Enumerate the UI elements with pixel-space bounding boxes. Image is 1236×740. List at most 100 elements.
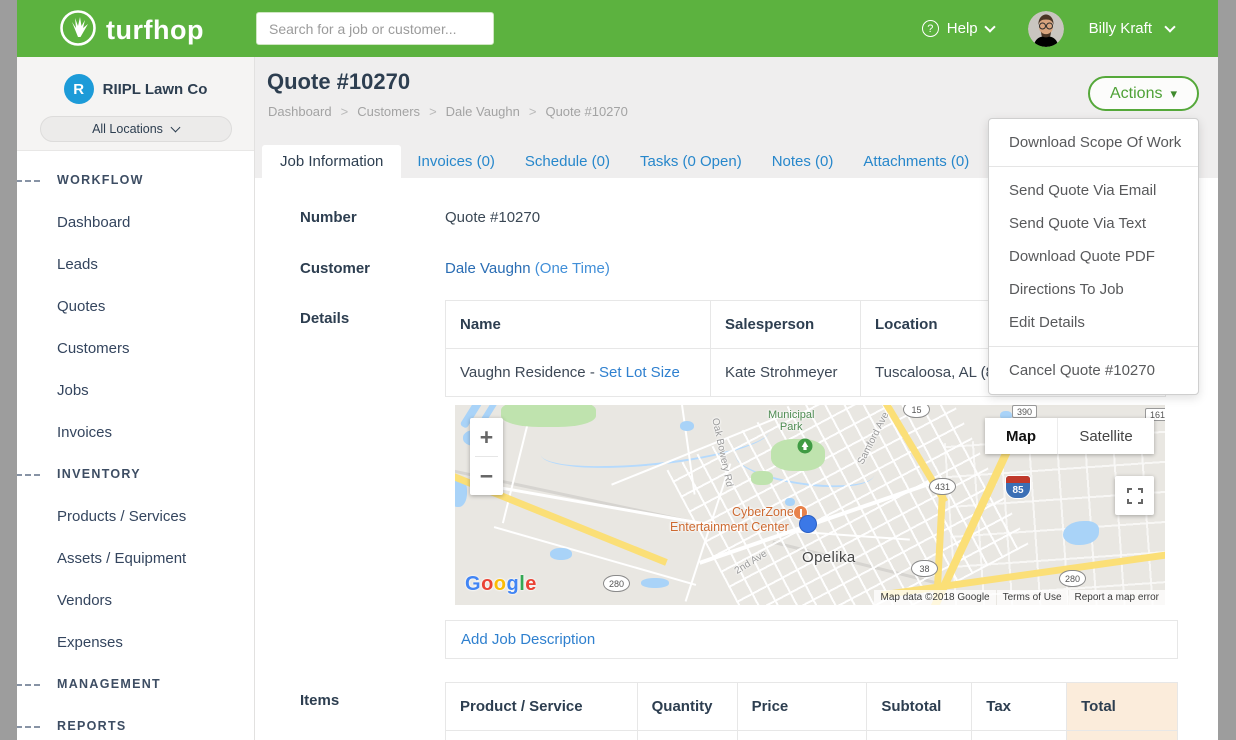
items-header-product: Product / Service [446, 683, 638, 731]
chevron-down-icon [170, 123, 180, 133]
sidebar-nav: WORKFLOW Dashboard Leads Quotes Customer… [17, 151, 254, 740]
menu-item-directions[interactable]: Directions To Job [989, 273, 1198, 306]
sidebar-item-customers[interactable]: Customers [57, 340, 130, 357]
fullscreen-button[interactable] [1115, 476, 1154, 515]
sidebar-header: R RIIPL Lawn Co All Locations [17, 57, 254, 151]
google-logo[interactable]: Google [465, 573, 537, 596]
map-type-satellite-button[interactable]: Satellite [1057, 418, 1154, 454]
menu-item-edit-details[interactable]: Edit Details [989, 306, 1198, 339]
menu-item-send-text[interactable]: Send Quote Via Text [989, 207, 1198, 240]
details-cell-salesperson: Kate Strohmeyer [711, 349, 861, 397]
nav-section-management[interactable]: MANAGEMENT [57, 677, 161, 691]
menu-item-send-email[interactable]: Send Quote Via Email [989, 174, 1198, 207]
route-shield: 280 [603, 575, 630, 592]
menu-item-download-pdf[interactable]: Download Quote PDF [989, 240, 1198, 273]
sidebar-item-leads[interactable]: Leads [57, 256, 98, 273]
items-header-subtotal: Subtotal [867, 683, 972, 731]
actions-button[interactable]: Actions [1088, 76, 1199, 111]
search-input[interactable] [256, 12, 494, 45]
sidebar: R RIIPL Lawn Co All Locations WORKFLOW D… [17, 57, 255, 740]
tab-bar: Job Information Invoices (0) Schedule (0… [262, 145, 969, 178]
items-header-quantity: Quantity [637, 683, 737, 731]
breadcrumb-customer-name[interactable]: Dale Vaughn [446, 104, 520, 119]
app-window: turfhop ? Help [0, 0, 1236, 740]
breadcrumb-customers[interactable]: Customers [357, 104, 420, 119]
menu-item-cancel-quote[interactable]: Cancel Quote #10270 [989, 354, 1198, 387]
sidebar-item-dashboard[interactable]: Dashboard [57, 214, 130, 231]
topbar: turfhop ? Help [17, 0, 1218, 57]
sidebar-item-expenses[interactable]: Expenses [57, 634, 123, 651]
sidebar-item-assets-equipment[interactable]: Assets / Equipment [57, 550, 186, 567]
turfhop-logo-icon [59, 9, 97, 52]
details-header-name: Name [446, 301, 711, 349]
route-shield: 280 [1059, 570, 1086, 587]
company-name: RIIPL Lawn Co [103, 81, 208, 98]
tab-notes[interactable]: Notes (0) [772, 153, 834, 170]
tab-tasks[interactable]: Tasks (0 Open) [640, 153, 742, 170]
set-lot-size-link[interactable]: Set Lot Size [599, 364, 680, 381]
number-value: Quote #10270 [445, 209, 540, 226]
property-name: Vaughn Residence - [460, 364, 599, 381]
poi-label-line2: Entertainment Center [670, 520, 789, 534]
menu-divider [989, 166, 1198, 167]
map-zoom-control: + − [470, 418, 503, 495]
page-title: Quote #10270 [267, 69, 410, 95]
add-job-description-link[interactable]: Add Job Description [461, 631, 595, 648]
caret-down-icon [1170, 85, 1177, 103]
tab-invoices[interactable]: Invoices (0) [417, 153, 495, 170]
sidebar-item-invoices[interactable]: Invoices [57, 424, 112, 441]
map-park-area [501, 405, 596, 427]
sidebar-item-vendors[interactable]: Vendors [57, 592, 112, 609]
breadcrumb-dashboard[interactable]: Dashboard [268, 104, 332, 119]
customer-link[interactable]: Dale Vaughn [445, 260, 531, 277]
help-menu[interactable]: ? Help [922, 20, 994, 37]
zoom-in-button[interactable]: + [470, 418, 503, 456]
items-label: Items [300, 692, 339, 709]
report-map-error-link[interactable]: Report a map error [1069, 590, 1165, 605]
tab-job-information[interactable]: Job Information [262, 145, 401, 178]
nav-section-inventory: INVENTORY [57, 467, 141, 481]
brand-name: turfhop [106, 15, 204, 46]
map-type-map-button[interactable]: Map [985, 418, 1057, 454]
breadcrumb: Dashboard> Customers> Dale Vaughn> Quote… [268, 104, 628, 119]
sidebar-item-products-services[interactable]: Products / Services [57, 508, 186, 525]
chevron-down-icon [1164, 21, 1175, 32]
map-type-control: Map Satellite [985, 418, 1154, 454]
topbar-right: ? Help [922, 0, 1174, 57]
tab-attachments[interactable]: Attachments (0) [863, 153, 969, 170]
nav-section-reports[interactable]: REPORTS [57, 719, 127, 733]
route-shield: 431 [929, 478, 956, 495]
avatar [1028, 11, 1064, 47]
items-table: Product / Service Quantity Price Subtota… [445, 682, 1178, 740]
items-header-total: Total [1067, 683, 1178, 731]
brand-logo[interactable]: turfhop [59, 9, 204, 52]
sidebar-item-quotes[interactable]: Quotes [57, 298, 105, 315]
actions-button-label: Actions [1110, 85, 1162, 103]
customer-type-link[interactable]: (One Time) [535, 260, 610, 277]
sidebar-item-jobs[interactable]: Jobs [57, 382, 89, 399]
window-edge-left [0, 0, 17, 740]
park-tree-icon [797, 438, 813, 459]
map-embed[interactable]: 15 390 161 431 85 38 280 280 MunicipalPa… [455, 405, 1165, 605]
tab-schedule[interactable]: Schedule (0) [525, 153, 610, 170]
job-description-box: Add Job Description [445, 620, 1178, 659]
terms-of-use-link[interactable]: Terms of Use [997, 590, 1068, 605]
location-selector-label: All Locations [92, 122, 163, 136]
details-header-salesperson: Salesperson [711, 301, 861, 349]
window-edge-right[interactable] [1218, 0, 1236, 740]
location-marker [799, 515, 817, 533]
user-menu[interactable]: Billy Kraft [1028, 11, 1174, 47]
items-header-price: Price [737, 683, 867, 731]
details-cell-name: Vaughn Residence - Set Lot Size [446, 349, 711, 397]
company-row[interactable]: R RIIPL Lawn Co [17, 57, 254, 104]
route-shield: 38 [911, 560, 938, 577]
user-name: Billy Kraft [1089, 20, 1152, 37]
location-selector[interactable]: All Locations [40, 116, 232, 142]
zoom-out-button[interactable]: − [470, 457, 503, 495]
menu-item-download-scope[interactable]: Download Scope Of Work [989, 126, 1198, 159]
items-header-tax: Tax [972, 683, 1067, 731]
chevron-down-icon [984, 21, 995, 32]
help-label: Help [947, 20, 978, 37]
route-shield: 390 [1012, 405, 1037, 418]
city-label: Opelika [802, 549, 856, 566]
